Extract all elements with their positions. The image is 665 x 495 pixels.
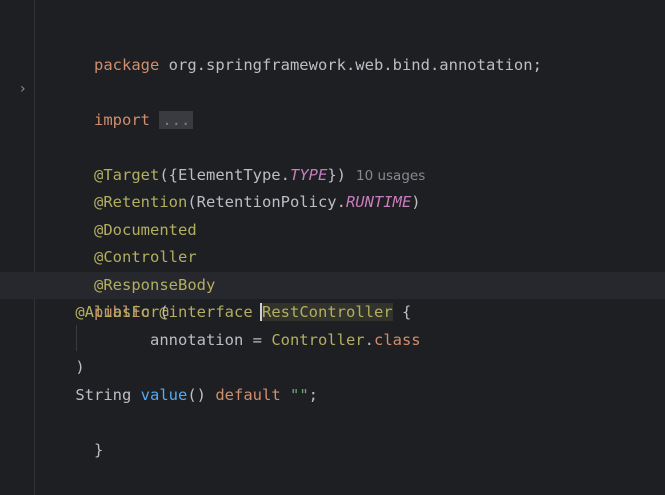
code-text: .: [364, 330, 374, 349]
code-text: ): [411, 193, 421, 211]
semicolon: ;: [308, 385, 319, 404]
annotation-controller: @Controller: [94, 248, 197, 266]
annotation-aliasfor: @AliasFor: [75, 303, 160, 321]
package-name: org.springframework.web.bind.annotation;: [159, 55, 542, 74]
code-line-target: @Target({ElementType.TYPE}) 10 usages: [38, 134, 665, 184]
enum-constant: RUNTIME: [345, 193, 412, 211]
close-paren: ): [75, 358, 85, 376]
code-line-import: import ...: [38, 79, 665, 129]
usages-inlay-hint[interactable]: 10 usages: [356, 168, 425, 184]
keyword-default: default: [215, 385, 281, 404]
code-line-close-brace: }: [38, 409, 665, 459]
code-text: ({ElementType.: [159, 165, 290, 184]
keyword-import: import: [94, 110, 150, 129]
type-string: String: [75, 385, 141, 404]
enum-constant: TYPE: [289, 165, 328, 184]
code-text: (: [159, 303, 169, 321]
code-line-package: package org.springframework.web.bind.ann…: [38, 24, 665, 74]
class-reference-controller: Controller: [271, 330, 365, 349]
annotation-documented: @Documented: [94, 220, 197, 239]
param-annotation: annotation =: [149, 330, 272, 349]
method-value: value: [140, 385, 188, 404]
keyword-package: package: [94, 55, 160, 74]
code-text: }): [327, 165, 346, 184]
annotation-retention: @Retention: [94, 193, 188, 211]
open-brace: {: [392, 303, 412, 321]
keyword-class: class: [373, 330, 421, 349]
code-text: (): [187, 385, 216, 404]
code-line-value-method: String value() default "";: [38, 382, 665, 410]
fold-expand-chevron-icon[interactable]: ›: [20, 82, 32, 96]
string-literal: "": [290, 385, 309, 404]
code-line-close-paren: ): [38, 354, 665, 382]
editor-gutter[interactable]: [0, 0, 35, 495]
interface-name-restcontroller[interactable]: RestController: [260, 303, 393, 321]
folded-imports-placeholder[interactable]: ...: [159, 110, 194, 129]
code-line-annotation-param: annotation = Controller.class: [38, 327, 665, 355]
keyword-interface: @interface: [159, 303, 253, 321]
code-area[interactable]: package org.springframework.web.bind.ann…: [0, 24, 665, 459]
annotation-target: @Target: [94, 165, 160, 184]
code-editor[interactable]: › package org.springframework.web.bind.a…: [0, 0, 665, 495]
annotation-responsebody: @ResponseBody: [94, 275, 216, 294]
close-brace: }: [94, 440, 104, 459]
code-text: (RetentionPolicy.: [187, 193, 346, 211]
